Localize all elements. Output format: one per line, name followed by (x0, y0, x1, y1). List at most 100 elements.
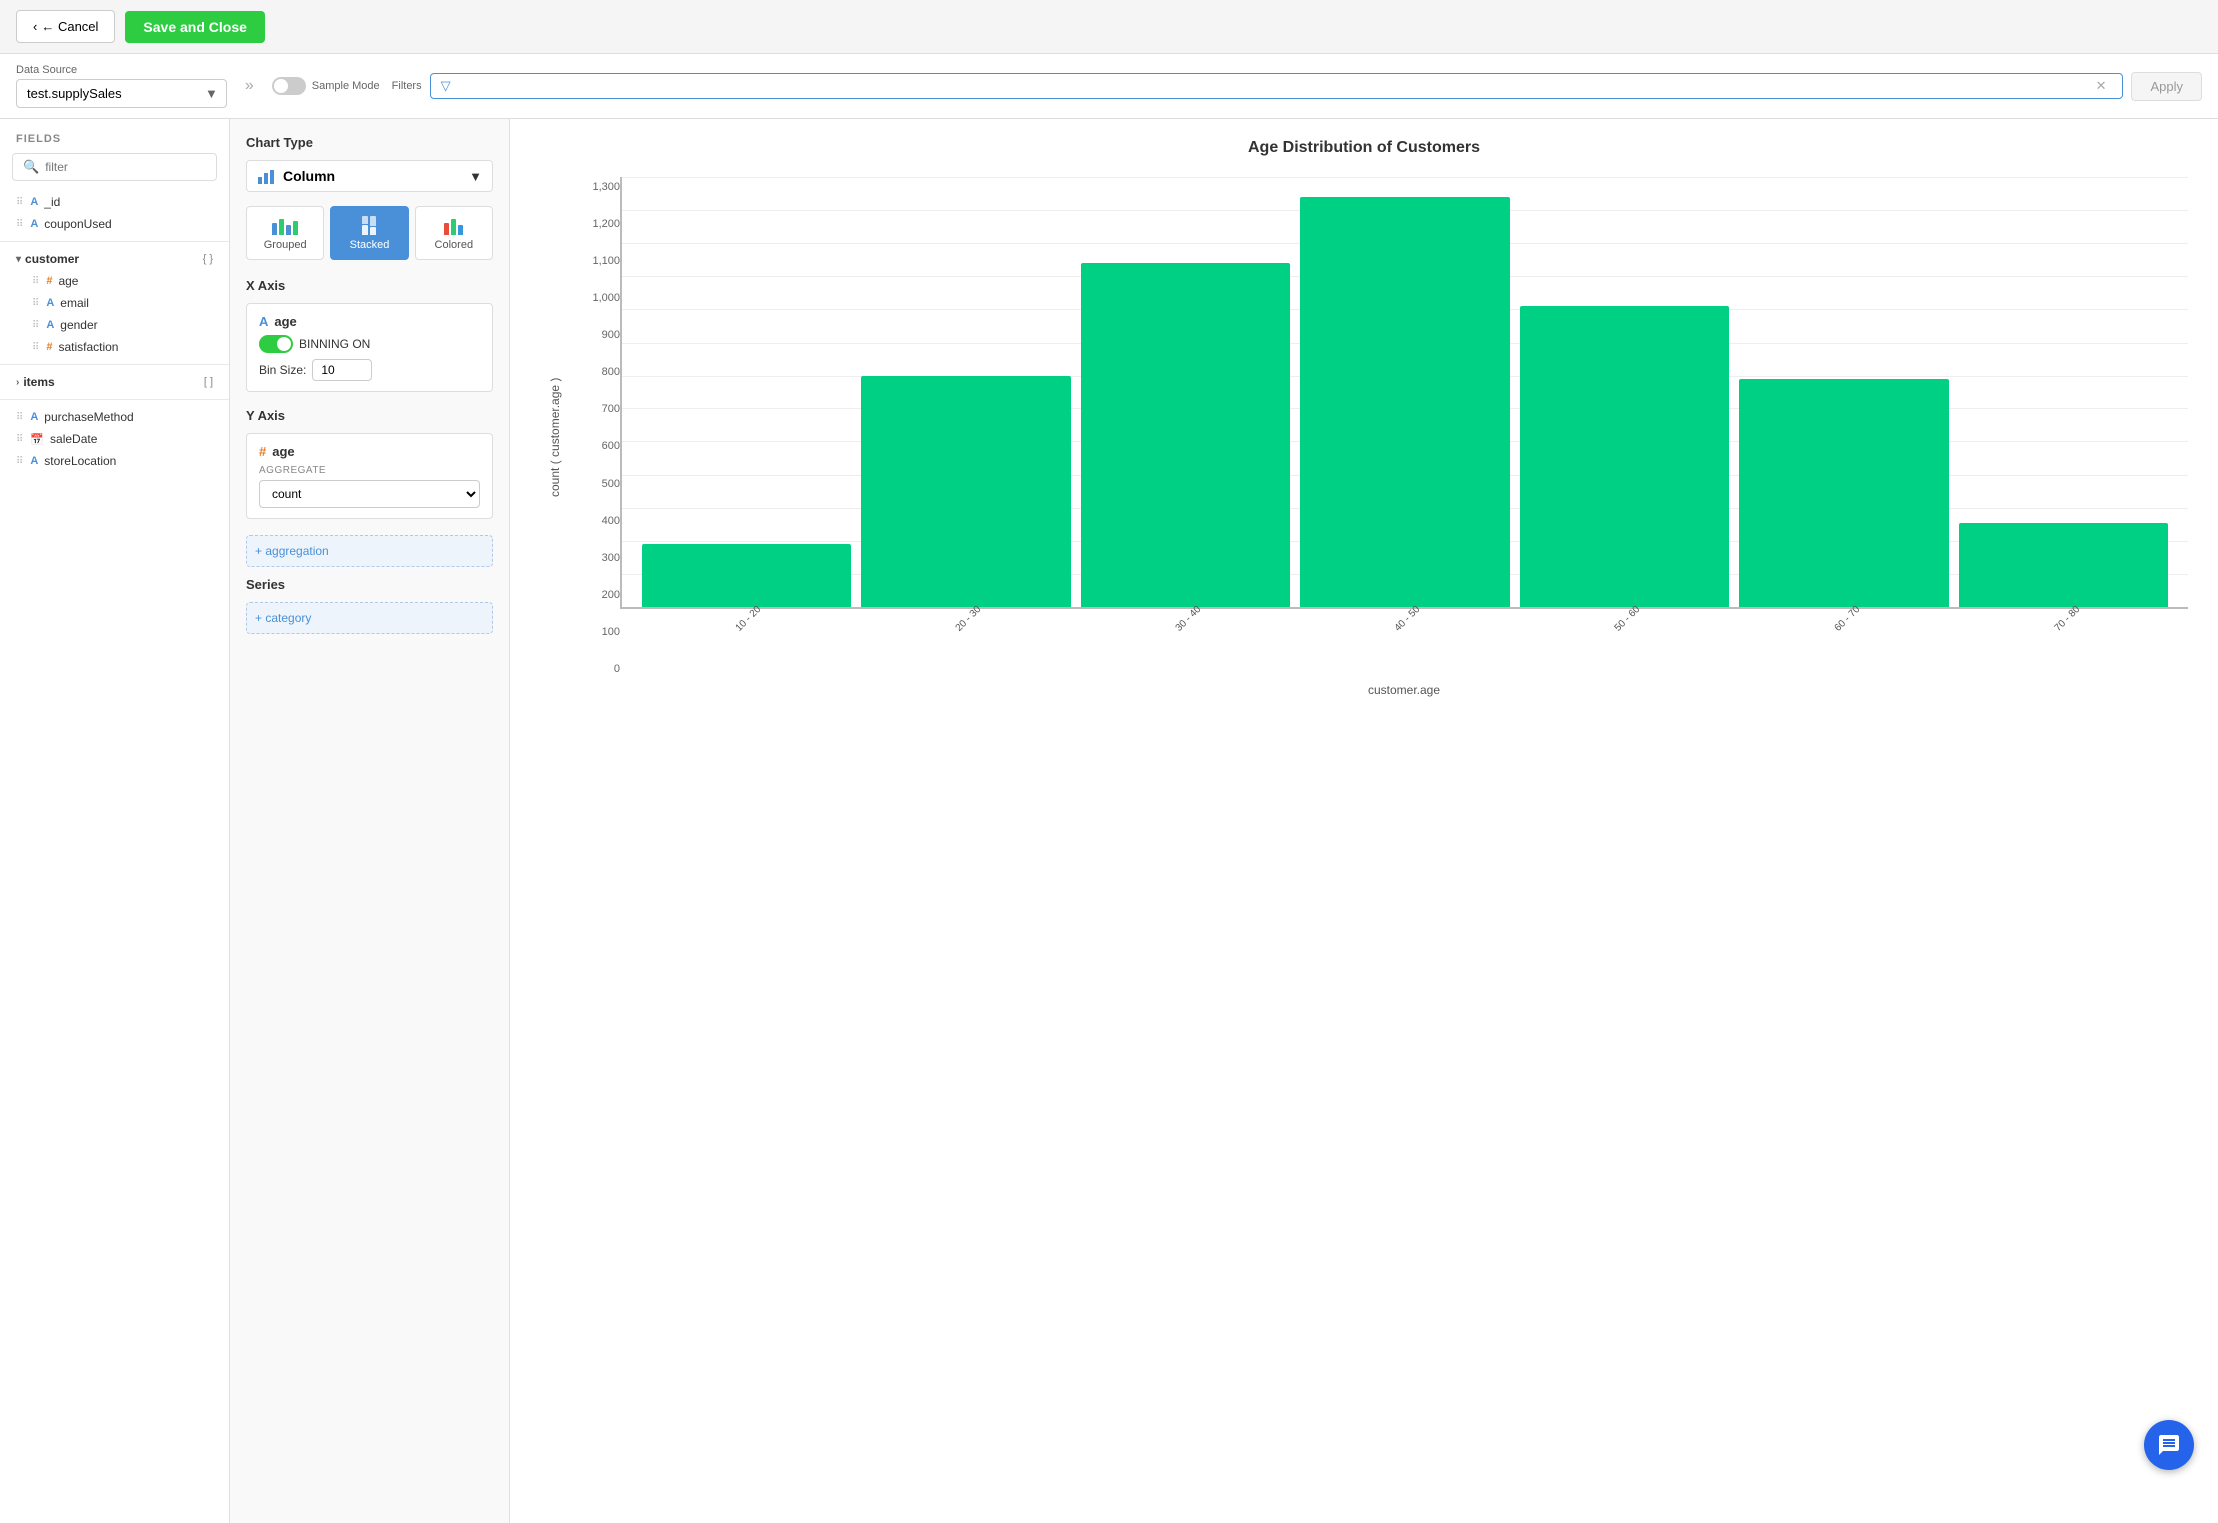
chat-button[interactable] (2144, 1420, 2194, 1470)
drag-handle: ⠿ (16, 197, 22, 208)
cancel-arrow-icon: ‹ (33, 19, 37, 34)
divider (0, 241, 229, 242)
chart-type-dropdown[interactable]: Column (283, 168, 461, 184)
field-label-purchaseMethod: purchaseMethod (44, 410, 133, 424)
divider-2 (0, 364, 229, 365)
chart-type-selector[interactable]: Column ▼ (246, 160, 493, 192)
caret-icon-items: › (16, 377, 19, 388)
y-tick-1000: 1,000 (574, 292, 620, 304)
datasource-section: Data Source test.supplySales ▼ (16, 64, 227, 108)
x-label-col-6070: 60 - 70 (1739, 615, 1949, 626)
series-label: Series (246, 577, 493, 592)
filter-clear-button[interactable]: ✕ (2090, 78, 2113, 94)
field-item-satisfaction[interactable]: ⠿ # satisfaction (0, 336, 229, 358)
filter-input-wrap: ▽ ✕ (430, 73, 2124, 99)
add-category-button[interactable]: + category (246, 602, 493, 634)
field-item-gender[interactable]: ⠿ A gender (0, 314, 229, 336)
save-close-button[interactable]: Save and Close (125, 11, 265, 43)
cancel-label: ← Cancel (41, 19, 98, 34)
variant-grouped-button[interactable]: Grouped (246, 206, 324, 260)
x-field-type-icon: A (259, 314, 268, 329)
drag-handle: ⠿ (16, 219, 22, 230)
bar-col-5060 (1520, 177, 1729, 607)
fields-search-input[interactable] (45, 160, 206, 174)
bar-7080 (1959, 523, 2168, 607)
drag-handle-purchaseMethod: ⠿ (16, 412, 22, 423)
field-label-saleDate: saleDate (50, 432, 97, 446)
chart-variants: Grouped Stacked (246, 206, 493, 260)
x-axis-title: customer.age (620, 683, 2188, 697)
filter-icon: ▽ (441, 78, 451, 94)
group-bracket-items: [ ] (204, 376, 213, 388)
y-tick-1200: 1,200 (574, 218, 620, 230)
chart-type-dropdown-arrow: ▼ (469, 169, 482, 184)
field-group-items[interactable]: › items [ ] (0, 371, 229, 393)
column-chart-icon (257, 167, 275, 185)
aggregate-label: AGGREGATE (259, 465, 480, 476)
search-icon: 🔍 (23, 159, 39, 175)
x-field-name: age (274, 314, 296, 329)
field-label-satisfaction: satisfaction (58, 340, 118, 354)
field-type-icon-storeLocation: A (30, 455, 38, 467)
binning-toggle[interactable] (259, 335, 293, 353)
y-axis-numbers: 1,300 1,200 1,100 1,000 900 800 700 600 … (574, 177, 620, 697)
add-aggregation-button[interactable]: + aggregation (246, 535, 493, 567)
field-label-id: _id (44, 195, 60, 209)
binsize-input[interactable] (312, 359, 372, 381)
field-type-icon-couponUsed: A (30, 218, 38, 230)
sample-mode-toggle[interactable] (272, 77, 306, 95)
x-axis-section: X Axis A age BINNING ON Bin Size: (246, 278, 493, 392)
drag-handle-satisfaction: ⠿ (32, 342, 38, 353)
filters-section: Filters ▽ ✕ Apply (392, 72, 2202, 101)
x-label-col-2030: 20 - 30 (860, 615, 1070, 626)
datasource-label: Data Source (16, 64, 227, 76)
aggregate-select[interactable]: count sum avg min max (259, 480, 480, 508)
field-item-storeLocation[interactable]: ⠿ A storeLocation (0, 450, 229, 472)
y-tick-800: 800 (574, 366, 620, 378)
y-axis-box: # age AGGREGATE count sum avg min max (246, 433, 493, 519)
chart-config-panel: Chart Type Column ▼ Grouped (230, 119, 510, 1523)
apply-button[interactable]: Apply (2131, 72, 2202, 101)
datasource-dropdown-arrow: ▼ (197, 80, 226, 107)
field-item-couponUsed[interactable]: ⠿ A couponUsed (0, 213, 229, 235)
chart-type-label: Chart Type (246, 135, 493, 150)
divider-3 (0, 399, 229, 400)
x-label-col-7080: 70 - 80 (1958, 615, 2168, 626)
fields-panel: FIELDS 🔍 ⠿ A _id ⠿ A couponUsed ▾ custom… (0, 119, 230, 1523)
x-label-col-3040: 30 - 40 (1079, 615, 1289, 626)
variant-colored-button[interactable]: Colored (415, 206, 493, 260)
field-item-id[interactable]: ⠿ A _id (0, 191, 229, 213)
field-item-purchaseMethod[interactable]: ⠿ A purchaseMethod (0, 406, 229, 428)
field-item-email[interactable]: ⠿ A email (0, 292, 229, 314)
bar-3040 (1081, 263, 1290, 607)
sample-mode-label: Sample Mode (312, 80, 380, 92)
y-axis-label: count ( customer.age ) (540, 177, 570, 697)
x-label-col-4050: 40 - 50 (1299, 615, 1509, 626)
binsize-row: Bin Size: (259, 359, 480, 381)
plot-area: 10 - 20 20 - 30 30 - 40 40 - 50 50 - 60 (620, 177, 2188, 697)
field-item-saleDate[interactable]: ⠿ 📅 saleDate (0, 428, 229, 450)
chevron-right-icon: » (245, 77, 254, 95)
y-axis-section: Y Axis # age AGGREGATE count sum avg min… (246, 408, 493, 519)
bar-4050 (1300, 197, 1509, 607)
y-tick-700: 700 (574, 403, 620, 415)
cancel-button[interactable]: ‹ ← Cancel (16, 10, 115, 43)
datasource-select[interactable]: test.supplySales ▼ (16, 79, 227, 108)
grouped-label: Grouped (264, 239, 307, 251)
field-type-icon-saleDate: 📅 (30, 433, 44, 446)
variant-stacked-button[interactable]: Stacked (330, 206, 408, 260)
configbar: Data Source test.supplySales ▼ » Sample … (0, 54, 2218, 119)
filter-input[interactable] (459, 79, 2090, 94)
x-labels-row: 10 - 20 20 - 30 30 - 40 40 - 50 50 - 60 (620, 615, 2188, 665)
y-axis-field: # age (259, 444, 480, 459)
bar-6070 (1739, 379, 1948, 607)
plot-canvas (620, 177, 2188, 609)
field-label-storeLocation: storeLocation (44, 454, 116, 468)
field-item-age[interactable]: ⠿ # age (0, 270, 229, 292)
y-tick-600: 600 (574, 440, 620, 452)
binsize-label: Bin Size: (259, 363, 306, 377)
datasource-dropdown[interactable]: test.supplySales (17, 80, 197, 107)
bar-col-4050 (1300, 177, 1509, 607)
field-group-customer[interactable]: ▾ customer { } (0, 248, 229, 270)
y-tick-0: 0 (574, 663, 620, 675)
